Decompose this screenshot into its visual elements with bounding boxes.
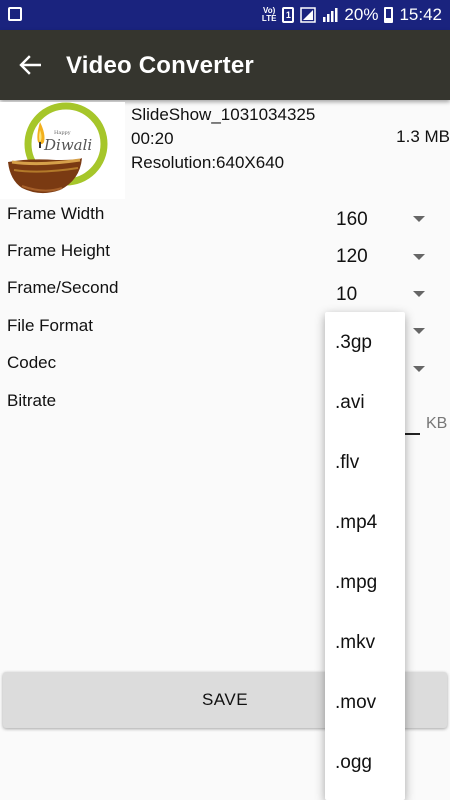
codec-label: Codec bbox=[7, 353, 57, 372]
video-thumbnail[interactable]: Happy Diwali bbox=[0, 102, 125, 199]
status-bar: Vo) LTE 1 20% 15:42 bbox=[0, 0, 450, 30]
bitrate-input[interactable] bbox=[404, 433, 420, 435]
frame-rate-value[interactable]: 10 bbox=[336, 284, 357, 306]
frame-width-value[interactable]: 160 bbox=[336, 209, 368, 231]
arrow-left-icon bbox=[19, 55, 41, 75]
app-bar: Video Converter bbox=[0, 30, 450, 100]
format-option-mpg[interactable]: .mpg bbox=[335, 572, 377, 594]
volte-icon: Vo) LTE bbox=[261, 6, 277, 23]
video-name: SlideShow_1031034325 bbox=[131, 105, 316, 124]
thumb-title-text: Diwali bbox=[43, 136, 92, 154]
battery-icon bbox=[384, 7, 394, 23]
video-info: SlideShow_1031034325 00:20 Resolution:64… bbox=[131, 103, 315, 175]
diwali-lamp-image: Happy Diwali bbox=[0, 102, 125, 199]
signal-sim1-icon bbox=[300, 7, 317, 23]
video-size: 1.3 MB bbox=[396, 127, 450, 146]
format-option-mov[interactable]: .mov bbox=[335, 692, 376, 714]
codec-dropdown-icon[interactable] bbox=[413, 366, 425, 372]
bitrate-unit: KB bbox=[426, 415, 448, 432]
image-notification-icon bbox=[8, 7, 22, 21]
frame-height-value[interactable]: 120 bbox=[336, 246, 368, 268]
battery-percent: 20% bbox=[344, 5, 379, 24]
bitrate-label: Bitrate bbox=[7, 391, 57, 410]
file-format-dropdown-menu: .3gp .avi .flv .mp4 .mpg .mkv .mov .ogg bbox=[325, 312, 405, 800]
frame-width-dropdown-icon[interactable] bbox=[413, 216, 425, 222]
frame-height-dropdown-icon[interactable] bbox=[413, 254, 425, 260]
sim-icon: 1 bbox=[282, 7, 295, 23]
frame-rate-label: Frame/Second bbox=[7, 278, 119, 297]
file-format-label: File Format bbox=[7, 316, 93, 335]
frame-rate-dropdown-icon[interactable] bbox=[413, 291, 425, 297]
video-resolution: Resolution:640X640 bbox=[131, 153, 285, 172]
status-icons: Vo) LTE 1 20% 15:42 bbox=[262, 0, 442, 30]
back-button[interactable] bbox=[12, 47, 48, 83]
file-format-dropdown-icon[interactable] bbox=[413, 328, 425, 334]
page-title: Video Converter bbox=[66, 52, 254, 79]
format-option-3gp[interactable]: .3gp bbox=[335, 332, 372, 354]
frame-width-label: Frame Width bbox=[7, 204, 105, 223]
signal-sim2-icon bbox=[323, 8, 338, 22]
format-option-ogg[interactable]: .ogg bbox=[335, 752, 372, 774]
video-duration: 00:20 bbox=[131, 129, 174, 148]
clock: 15:42 bbox=[399, 5, 442, 24]
frame-height-label: Frame Height bbox=[7, 241, 110, 260]
format-option-mp4[interactable]: .mp4 bbox=[335, 512, 377, 534]
format-option-avi[interactable]: .avi bbox=[335, 392, 365, 414]
format-option-flv[interactable]: .flv bbox=[335, 452, 359, 474]
format-option-mkv[interactable]: .mkv bbox=[335, 632, 375, 654]
